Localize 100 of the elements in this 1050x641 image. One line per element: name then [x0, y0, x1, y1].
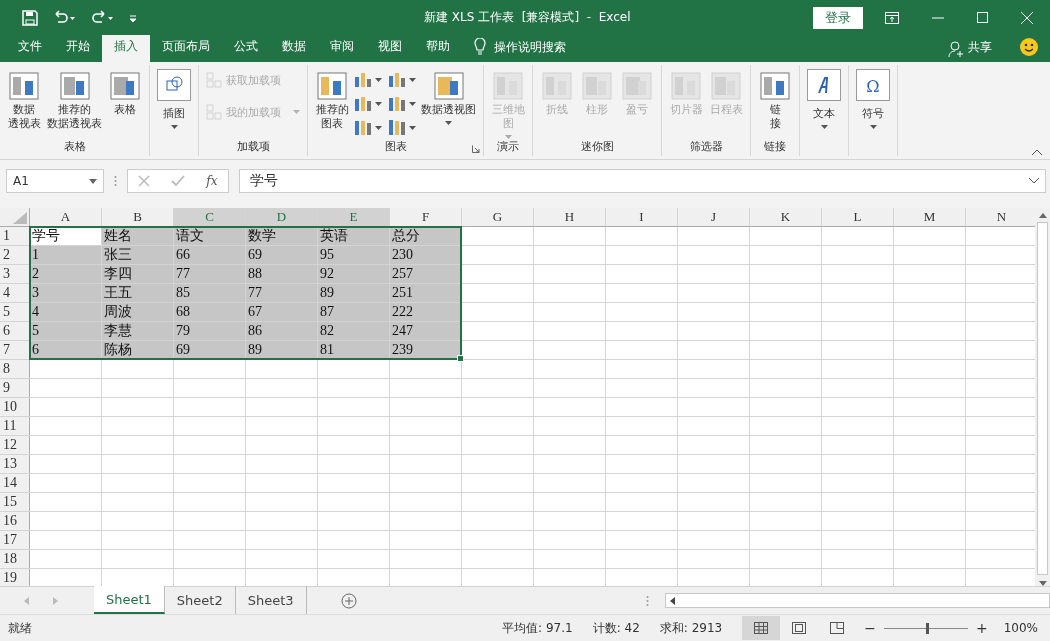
ribbon-button[interactable]: 文本: [805, 69, 843, 129]
person-add-icon[interactable]: [948, 41, 964, 57]
row-header[interactable]: 7: [0, 341, 30, 359]
grip-icon: [114, 175, 117, 187]
ribbon-tab[interactable]: 数据: [270, 35, 318, 62]
column-header[interactable]: H: [534, 208, 606, 226]
caret-icon: [504, 135, 512, 139]
row-header[interactable]: 17: [0, 531, 30, 549]
table-cell: 6: [30, 341, 102, 359]
tell-me-search[interactable]: 操作说明搜索: [494, 39, 566, 62]
grip-icon: [646, 594, 649, 607]
column-header[interactable]: C: [174, 208, 246, 226]
ribbon-button[interactable]: 数据透视图: [419, 69, 478, 125]
close-icon[interactable]: [1021, 11, 1033, 24]
ribbon-button[interactable]: 表格: [106, 69, 144, 117]
scroll-up-icon[interactable]: [1038, 213, 1047, 218]
column-header[interactable]: G: [462, 208, 534, 226]
row-header[interactable]: 4: [0, 284, 30, 302]
column-header[interactable]: E: [318, 208, 390, 226]
ribbon-tab[interactable]: 审阅: [318, 35, 366, 62]
count-value: 计数: 42: [592, 619, 640, 637]
chart-type-icon[interactable]: [387, 117, 417, 137]
table-cell: 82: [318, 322, 390, 340]
table-cell: 89: [246, 341, 318, 359]
scrollbar-thumb[interactable]: [1037, 222, 1048, 575]
table-cell: 张三: [102, 246, 174, 264]
column-header[interactable]: J: [678, 208, 750, 226]
ribbon-button[interactable]: 数据 透视表: [5, 69, 43, 131]
row-header[interactable]: 14: [0, 474, 30, 492]
scroll-left-icon[interactable]: [670, 596, 675, 605]
column-header[interactable]: F: [390, 208, 462, 226]
smiley-icon[interactable]: [1020, 38, 1038, 56]
check-icon[interactable]: [171, 175, 186, 187]
table-cell: 周波: [102, 303, 174, 321]
table-cell: 257: [390, 265, 462, 283]
row-header[interactable]: 12: [0, 436, 30, 454]
row-header[interactable]: 5: [0, 303, 30, 321]
table-cell: 68: [174, 303, 246, 321]
collapse-ribbon-icon[interactable]: [1032, 149, 1042, 155]
row-header[interactable]: 19: [0, 569, 30, 586]
column-header[interactable]: L: [822, 208, 894, 226]
share-button[interactable]: 共享: [964, 39, 992, 62]
group-label: 链接: [764, 139, 786, 155]
ribbon-tab[interactable]: 帮助: [414, 35, 462, 62]
column-header[interactable]: D: [246, 208, 318, 226]
row-header[interactable]: 11: [0, 417, 30, 435]
redo-icon[interactable]: [90, 9, 114, 26]
column-header[interactable]: A: [30, 208, 102, 226]
table-cell: 1: [30, 246, 102, 264]
ribbon-button[interactable]: 推荐的 图表: [313, 69, 351, 131]
zoom-out-button[interactable]: −: [864, 620, 876, 636]
table-cell: 66: [174, 246, 246, 264]
text-icon: [807, 69, 841, 103]
row-header[interactable]: 2: [0, 246, 30, 264]
row-header[interactable]: 10: [0, 398, 30, 416]
column-header[interactable]: K: [750, 208, 822, 226]
minimize-icon[interactable]: [932, 16, 944, 19]
zoom-in-button[interactable]: +: [975, 620, 988, 636]
table-cell: 4: [30, 303, 102, 321]
zoom-level[interactable]: 100%: [1003, 621, 1038, 635]
row-header[interactable]: 6: [0, 322, 30, 340]
ribbon-button[interactable]: 推荐的 数据透视表: [45, 69, 104, 131]
formula-field[interactable]: 学号: [239, 169, 1046, 193]
column-header[interactable]: I: [606, 208, 678, 226]
row-header[interactable]: 18: [0, 550, 30, 568]
sign-in-button[interactable]: 登录: [813, 7, 863, 29]
ribbon-tab[interactable]: 开始: [54, 35, 102, 62]
add-sheet-icon[interactable]: [340, 592, 357, 609]
expand-icon[interactable]: [1029, 178, 1039, 184]
sum-value: 求和: 2913: [659, 619, 723, 637]
ribbon-display-icon[interactable]: [885, 11, 899, 24]
row-header[interactable]: 8: [0, 360, 30, 378]
ribbon-tab[interactable]: 插入: [102, 35, 150, 62]
ribbon-button[interactable]: 插图: [155, 69, 193, 129]
name-box[interactable]: A1: [6, 169, 104, 193]
table-cell: 2: [30, 265, 102, 283]
row-header[interactable]: 3: [0, 265, 30, 283]
normal-view-button[interactable]: [742, 616, 781, 640]
ribbon-tab[interactable]: 公式: [222, 35, 270, 62]
sheet-tab[interactable]: Sheet1: [94, 586, 165, 614]
insert-function-button[interactable]: fx: [206, 174, 218, 188]
undo-icon[interactable]: [52, 9, 76, 26]
row-header[interactable]: 15: [0, 493, 30, 511]
row-header[interactable]: 9: [0, 379, 30, 397]
customize-icon[interactable]: [128, 12, 138, 23]
maximize-icon[interactable]: [977, 12, 988, 23]
ribbon-button[interactable]: 链 接: [756, 69, 794, 131]
horizontal-scrollbar[interactable]: [665, 593, 1050, 608]
column-header[interactable]: M: [894, 208, 966, 226]
ribbon-button[interactable]: Ω 符号: [854, 69, 892, 129]
row-header[interactable]: 13: [0, 455, 30, 473]
row-header[interactable]: 16: [0, 512, 30, 530]
save-icon[interactable]: [22, 9, 38, 26]
ribbon-tab[interactable]: 页面布局: [150, 35, 222, 62]
status-text: 就绪: [8, 619, 32, 637]
ribbon-tab[interactable]: 文件: [6, 35, 54, 62]
ribbon-tab[interactable]: 视图: [366, 35, 414, 62]
table-cell: 86: [246, 322, 318, 340]
dialog-launcher-icon[interactable]: [472, 145, 480, 153]
row-header[interactable]: 1: [0, 227, 30, 245]
